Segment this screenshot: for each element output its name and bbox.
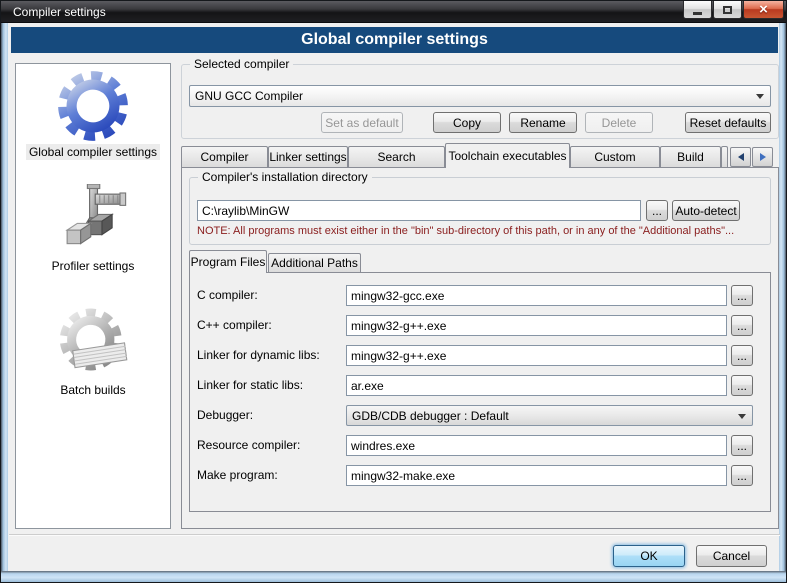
tab-search-directories[interactable]: Search directories bbox=[348, 146, 445, 168]
window-frame-bottom bbox=[1, 571, 786, 582]
sidebar-item-profiler-settings[interactable]: Profiler settings bbox=[16, 184, 170, 275]
window-title: Compiler settings bbox=[13, 1, 106, 23]
installation-directory-group-label: Compiler's installation directory bbox=[198, 170, 372, 184]
close-button[interactable]: × bbox=[743, 1, 784, 19]
tab-scroll-right-icon bbox=[760, 153, 766, 161]
make-program-input[interactable] bbox=[346, 465, 727, 486]
static-linker-label: Linker for static libs: bbox=[197, 375, 303, 396]
delete-button: Delete bbox=[585, 112, 653, 133]
resource-compiler-input[interactable] bbox=[346, 435, 727, 456]
make-program-label: Make program: bbox=[197, 465, 278, 486]
footer-divider bbox=[9, 534, 780, 536]
caliper-icon bbox=[57, 184, 129, 256]
tab-scroll-left-button[interactable] bbox=[730, 147, 751, 167]
dynamic-linker-browse-button[interactable]: ... bbox=[731, 345, 753, 366]
dynamic-linker-input[interactable] bbox=[346, 345, 727, 366]
selected-compiler-group-label: Selected compiler bbox=[190, 57, 293, 71]
tab-custom-variables[interactable]: Custom variables bbox=[570, 146, 660, 168]
page-title: Global compiler settings bbox=[11, 27, 778, 53]
window-controls: × bbox=[682, 1, 784, 20]
rename-button[interactable]: Rename bbox=[509, 112, 577, 133]
tab-build-options[interactable]: Build options bbox=[660, 146, 721, 168]
tab-linker-settings[interactable]: Linker settings bbox=[268, 146, 348, 168]
sidebar-item-batch-builds[interactable]: Batch builds bbox=[16, 308, 170, 399]
tab-overflow-partial[interactable] bbox=[721, 146, 728, 168]
window-frame-right bbox=[779, 23, 786, 573]
tab-scroll-right-button[interactable] bbox=[752, 147, 773, 167]
dropdown-arrow-icon bbox=[738, 414, 746, 419]
compiler-settings-window: Compiler settings × Global compiler sett… bbox=[0, 0, 787, 583]
tab-toolchain-executables[interactable]: Toolchain executables bbox=[445, 143, 570, 168]
installation-note: NOTE: All programs must exist either in … bbox=[197, 225, 773, 237]
blue-gear-icon bbox=[57, 70, 129, 142]
minimize-icon bbox=[693, 12, 702, 15]
c-compiler-browse-button[interactable]: ... bbox=[731, 285, 753, 306]
reset-defaults-button[interactable]: Reset defaults bbox=[685, 112, 771, 133]
close-icon: × bbox=[759, 2, 768, 18]
debugger-label: Debugger: bbox=[197, 405, 253, 426]
sidebar-item-label: Global compiler settings bbox=[26, 144, 160, 160]
installation-directory-browse-button[interactable]: ... bbox=[646, 200, 668, 221]
ok-button[interactable]: OK bbox=[613, 545, 685, 567]
subtab-additional-paths[interactable]: Additional Paths bbox=[268, 253, 361, 273]
sidebar-item-global-compiler-settings[interactable]: Global compiler settings bbox=[16, 70, 170, 161]
subtab-program-files[interactable]: Program Files bbox=[189, 250, 267, 273]
debugger-select[interactable]: GDB/CDB debugger : Default bbox=[346, 405, 753, 426]
settings-category-list: Global compiler settings Profiler bbox=[15, 63, 171, 529]
cpp-compiler-label: C++ compiler: bbox=[197, 315, 272, 336]
maximize-icon bbox=[723, 6, 732, 14]
c-compiler-label: C compiler: bbox=[197, 285, 258, 306]
sidebar-item-label: Batch builds bbox=[57, 382, 128, 398]
window-frame-left bbox=[1, 23, 8, 573]
tab-scroll-left-icon bbox=[738, 153, 744, 161]
static-linker-input[interactable] bbox=[346, 375, 727, 396]
installation-directory-input[interactable] bbox=[197, 200, 641, 221]
set-as-default-button: Set as default bbox=[321, 112, 403, 133]
titlebar[interactable]: Compiler settings × bbox=[1, 1, 786, 23]
cancel-button[interactable]: Cancel bbox=[696, 545, 767, 567]
resource-compiler-label: Resource compiler: bbox=[197, 435, 300, 456]
make-program-browse-button[interactable]: ... bbox=[731, 465, 753, 486]
auto-detect-button[interactable]: Auto-detect bbox=[672, 200, 740, 221]
maximize-button[interactable] bbox=[713, 1, 742, 19]
compiler-select[interactable]: GNU GCC Compiler bbox=[189, 85, 771, 107]
cpp-compiler-browse-button[interactable]: ... bbox=[731, 315, 753, 336]
dropdown-arrow-icon bbox=[756, 94, 764, 99]
tab-compiler-settings[interactable]: Compiler settings bbox=[181, 146, 268, 168]
compiler-select-value: GNU GCC Compiler bbox=[195, 89, 303, 103]
gray-gear-icon bbox=[57, 308, 129, 380]
c-compiler-input[interactable] bbox=[346, 285, 727, 306]
minimize-button[interactable] bbox=[683, 1, 712, 19]
debugger-select-value: GDB/CDB debugger : Default bbox=[352, 409, 509, 423]
dynamic-linker-label: Linker for dynamic libs: bbox=[197, 345, 320, 366]
resource-compiler-browse-button[interactable]: ... bbox=[731, 435, 753, 456]
cpp-compiler-input[interactable] bbox=[346, 315, 727, 336]
copy-button[interactable]: Copy bbox=[433, 112, 501, 133]
sidebar-item-label: Profiler settings bbox=[49, 258, 138, 274]
static-linker-browse-button[interactable]: ... bbox=[731, 375, 753, 396]
